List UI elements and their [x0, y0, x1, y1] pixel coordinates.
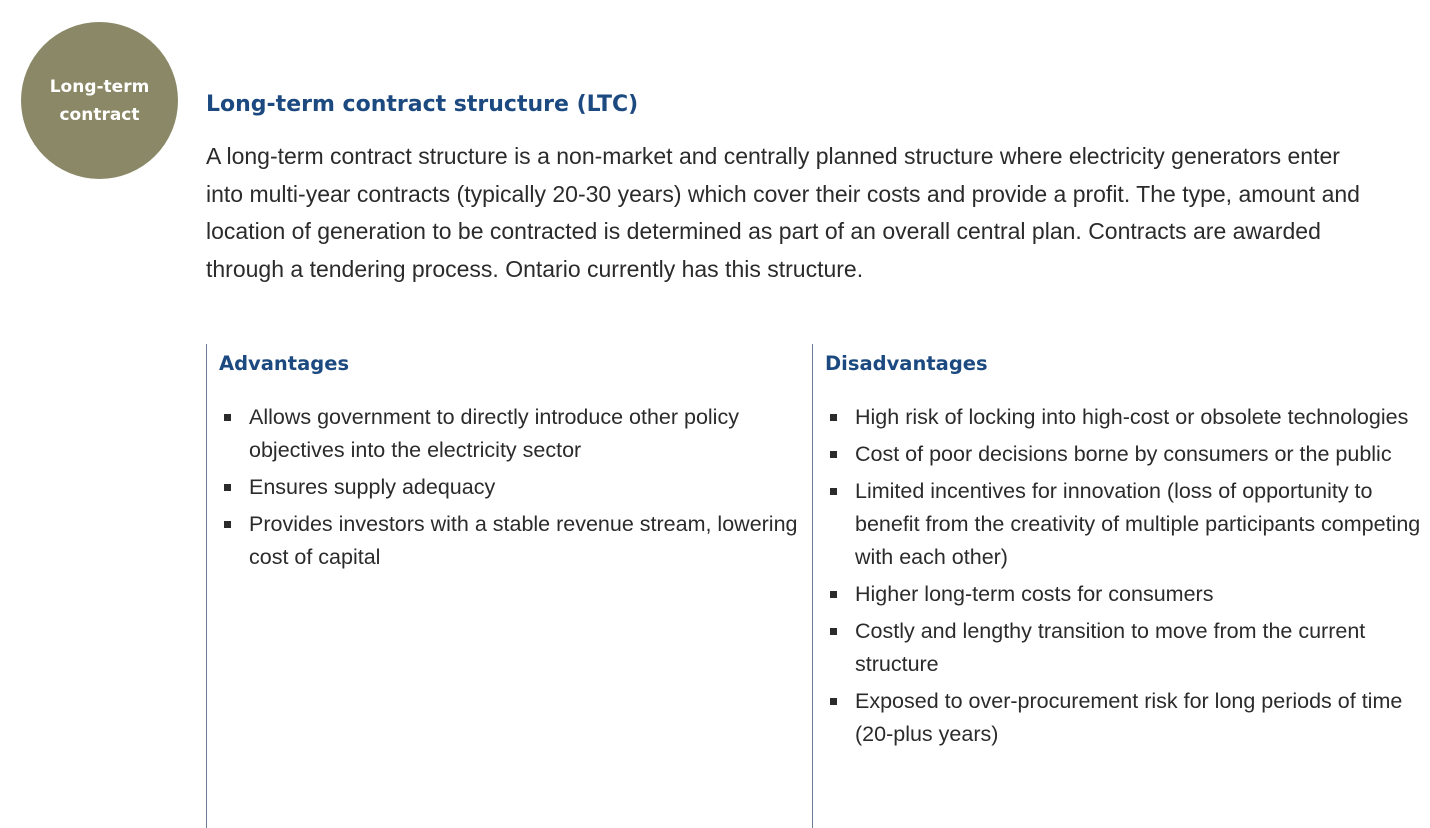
disadvantage-item-text: High risk of locking into high-cost or o… — [855, 405, 1409, 429]
disadvantage-item: Cost of poor decisions borne by consumer… — [827, 438, 1428, 471]
square-bullet-icon — [830, 488, 837, 495]
advantage-item-text: Provides investors with a stable revenue… — [249, 512, 798, 569]
badge-line-1: Long-term — [49, 76, 150, 97]
advantages-heading: Advantages — [219, 352, 350, 375]
square-bullet-icon — [224, 414, 231, 421]
advantages-column: Advantages Allows government to directly… — [206, 344, 807, 828]
advantage-item: Allows government to directly introduce … — [221, 401, 807, 467]
square-bullet-icon — [830, 591, 837, 598]
advantages-list: Allows government to directly introduce … — [221, 401, 807, 578]
square-bullet-icon — [224, 484, 231, 491]
disadvantage-item-text: Exposed to over-procurement risk for lon… — [855, 689, 1403, 746]
disadvantages-column: Disadvantages High risk of locking into … — [812, 344, 1428, 828]
disadvantage-item-text: Cost of poor decisions borne by consumer… — [855, 442, 1392, 466]
disadvantage-item: Costly and lengthy transition to move fr… — [827, 615, 1428, 681]
disadvantage-item-text: Costly and lengthy transition to move fr… — [855, 619, 1366, 676]
intro-paragraph: A long-term contract structure is a non-… — [206, 143, 1360, 282]
badge-line-2: contract — [59, 104, 140, 125]
disadvantage-item-text: Higher long-term costs for consumers — [855, 582, 1214, 606]
square-bullet-icon — [830, 451, 837, 458]
square-bullet-icon — [830, 698, 837, 705]
section-title: Long-term contract structure (LTC) — [206, 92, 639, 117]
disadvantage-item: Higher long-term costs for consumers — [827, 578, 1428, 611]
advantage-item-text: Allows government to directly introduce … — [249, 405, 739, 462]
advantage-item: Ensures supply adequacy — [221, 471, 807, 504]
section-badge: Long-term contract — [21, 22, 178, 179]
advantage-item-text: Ensures supply adequacy — [249, 475, 496, 499]
disadvantage-item: Exposed to over-procurement risk for lon… — [827, 685, 1428, 751]
square-bullet-icon — [830, 628, 837, 635]
disadvantage-item: High risk of locking into high-cost or o… — [827, 401, 1428, 434]
square-bullet-icon — [224, 521, 231, 528]
disadvantage-item-text: Limited incentives for innovation (loss … — [855, 479, 1421, 569]
advantage-item: Provides investors with a stable revenue… — [221, 508, 807, 574]
disadvantages-list: High risk of locking into high-cost or o… — [827, 401, 1428, 755]
disadvantages-heading: Disadvantages — [825, 352, 988, 375]
disadvantage-item: Limited incentives for innovation (loss … — [827, 475, 1428, 574]
square-bullet-icon — [830, 414, 837, 421]
